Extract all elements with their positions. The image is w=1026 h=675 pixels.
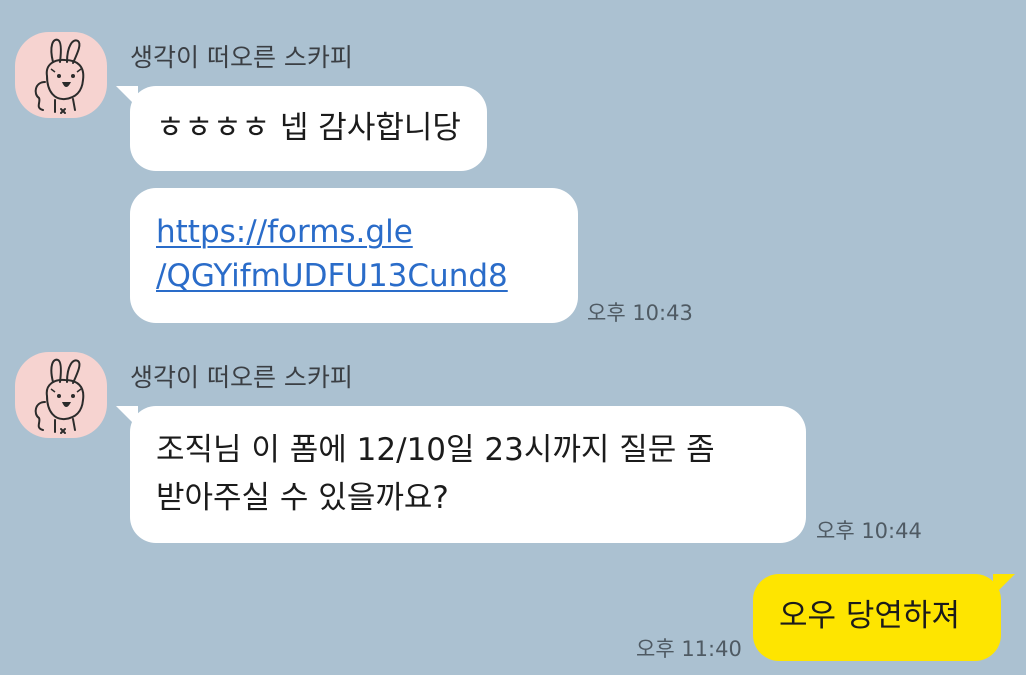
message-text: ㅎㅎㅎㅎ 넵 감사합니당 [156, 110, 461, 146]
message-link-line[interactable]: https://forms.gle [156, 210, 552, 254]
message-text: 받아주실 수 있을까요? [156, 480, 449, 516]
message-timestamp: 오후 10:44 [816, 519, 922, 543]
rabbit-avatar-icon [34, 358, 85, 434]
profile-avatar[interactable] [15, 32, 107, 118]
rabbit-avatar-icon [34, 38, 85, 114]
chat-room: 생각이 떠오른 스카피 ㅎㅎㅎㅎ 넵 감사합니당 https://forms.g… [0, 0, 1026, 675]
message-text: 조직님 이 폼에 12/10일 23시까지 질문 좀 [156, 432, 715, 468]
message-link-line[interactable]: /QGYifmUDFU13Cund8 [156, 254, 552, 298]
bubble-tail [993, 574, 1015, 596]
message-timestamp: 오후 10:43 [587, 301, 693, 325]
message-text: 오우 당연하져 [779, 598, 960, 634]
profile-avatar[interactable] [15, 352, 107, 438]
bubble-tail [116, 86, 138, 108]
link-message-bubble[interactable]: https://forms.gle /QGYifmUDFU13Cund8 [130, 188, 578, 323]
bubble-tail [116, 406, 138, 428]
sender-name: 생각이 떠오른 스카피 [130, 43, 353, 72]
sender-name: 생각이 떠오른 스카피 [130, 363, 353, 392]
message-bubble[interactable]: ㅎㅎㅎㅎ 넵 감사합니당 [116, 86, 487, 171]
my-message-bubble[interactable]: 오우 당연하져 [753, 574, 1015, 661]
message-timestamp: 오후 11:40 [636, 637, 742, 661]
message-bubble[interactable]: 조직님 이 폼에 12/10일 23시까지 질문 좀 받아주실 수 있을까요? [116, 406, 806, 543]
